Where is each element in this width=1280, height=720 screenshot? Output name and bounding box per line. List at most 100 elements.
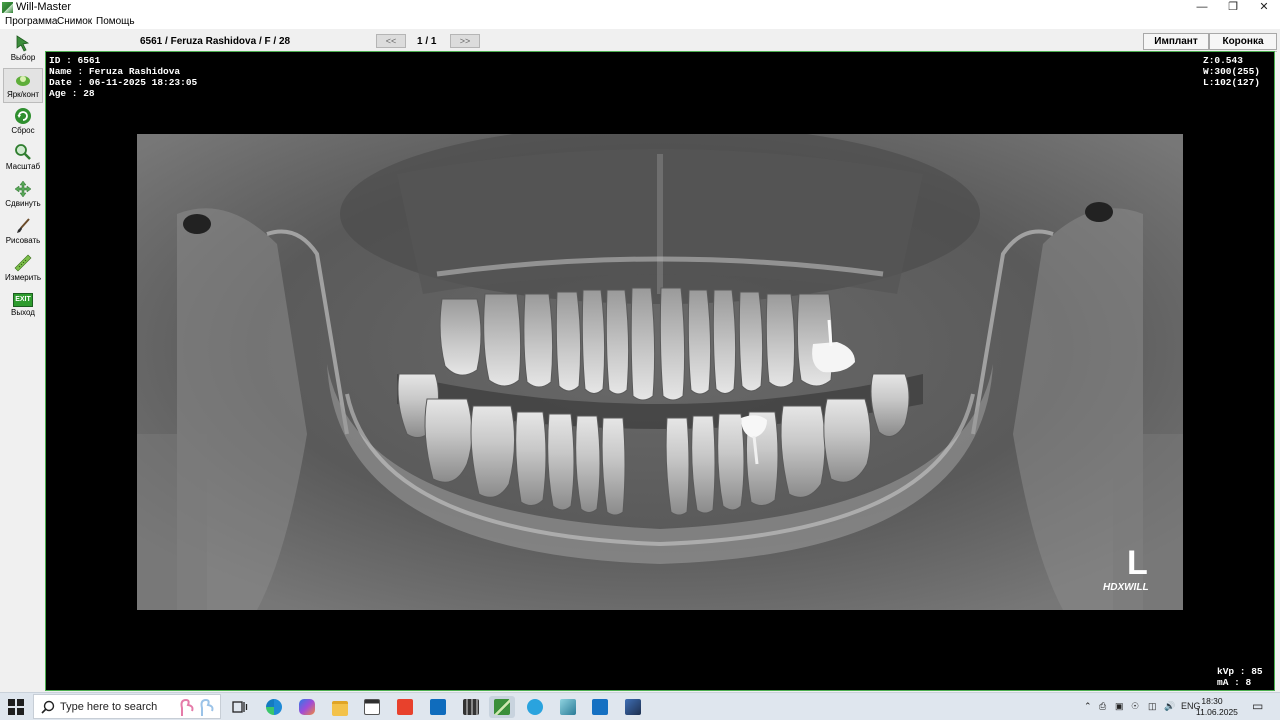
tray-printer-icon[interactable]: ⎙ bbox=[1099, 701, 1106, 712]
windows-start-icon[interactable] bbox=[8, 699, 24, 715]
reset-icon bbox=[15, 108, 31, 124]
tool-draw[interactable]: Рисовать bbox=[3, 215, 43, 250]
clock-time: 18:30 bbox=[1201, 696, 1223, 706]
app-icon bbox=[2, 2, 13, 13]
tool-reset-label: Сброс bbox=[11, 126, 35, 135]
upper-teeth bbox=[439, 287, 834, 401]
panoramic-xray-image[interactable]: L HDXWILL bbox=[137, 134, 1183, 610]
anydesk-icon bbox=[397, 699, 413, 715]
next-image-button[interactable]: >> bbox=[450, 34, 480, 48]
document-app-icon bbox=[560, 699, 576, 715]
magnifier-icon bbox=[15, 144, 31, 160]
exposure-overlay: kVp : 85 mA : 8 bbox=[1217, 666, 1263, 688]
ruler-icon bbox=[14, 254, 32, 272]
taskbar-file-explorer[interactable] bbox=[327, 696, 353, 718]
taskbar: Type here to search ⌃ ⎙ ▣ ☉ ◫ 🔊 ENG 18:3… bbox=[0, 692, 1280, 720]
copilot-icon bbox=[299, 699, 315, 715]
tool-move-label: Сдвинуть bbox=[5, 199, 41, 208]
task-view-button[interactable] bbox=[227, 696, 253, 718]
side-marker: L bbox=[1127, 544, 1148, 582]
search-icon bbox=[41, 700, 55, 714]
calculator-icon bbox=[463, 699, 479, 715]
implant-button[interactable]: Имплант bbox=[1143, 33, 1209, 50]
crown-button[interactable]: Коронка bbox=[1209, 33, 1277, 50]
patient-info-overlay: ID : 6561 Name : Feruza Rashidova Date :… bbox=[49, 55, 197, 99]
tool-measure-label: Измерить bbox=[4, 273, 42, 282]
outlook-icon bbox=[430, 699, 446, 715]
restore-button[interactable]: ❐ bbox=[1217, 0, 1249, 15]
taskbar-telegram[interactable] bbox=[522, 696, 548, 718]
overlay-ma: mA : 8 bbox=[1217, 677, 1252, 688]
tool-brightness-contrast-label: Ярк/конт bbox=[6, 90, 40, 99]
tray-display-icon[interactable]: ◫ bbox=[1148, 701, 1157, 712]
minimize-button[interactable]: — bbox=[1186, 0, 1218, 15]
taskbar-outlook[interactable] bbox=[425, 696, 451, 718]
overlay-age: Age : 28 bbox=[49, 88, 95, 99]
overlay-date: Date : 06-11-2025 18:23:05 bbox=[49, 77, 198, 88]
taskbar-app-dark[interactable] bbox=[620, 696, 646, 718]
overlay-kvp: kVp : 85 bbox=[1217, 666, 1263, 677]
exit-icon: EXIT bbox=[13, 293, 33, 307]
edge-browser-icon bbox=[266, 699, 282, 715]
xray-watermark: HDXWILL bbox=[1103, 582, 1149, 593]
left-toolbar: Выбор Ярк/конт Сброс Масштаб Сдвинуть Ри… bbox=[0, 31, 46, 690]
overlay-name: Name : Feruza Rashidova bbox=[49, 66, 181, 77]
tool-measure[interactable]: Измерить bbox=[3, 252, 43, 287]
taskbar-app-teal[interactable] bbox=[555, 696, 581, 718]
overlay-window: W:300(255) bbox=[1203, 66, 1261, 77]
tool-select-label: Выбор bbox=[10, 53, 36, 62]
clock-date: 11.06.2025 bbox=[1196, 707, 1238, 717]
tool-move[interactable]: Сдвинуть bbox=[3, 178, 43, 213]
folder-icon bbox=[332, 701, 348, 716]
taskbar-will-master[interactable] bbox=[489, 696, 515, 718]
taskbar-calculator[interactable] bbox=[458, 696, 484, 718]
tray-volume-icon[interactable]: 🔊 bbox=[1164, 701, 1175, 712]
taskbar-onenote[interactable] bbox=[587, 696, 613, 718]
will-master-icon bbox=[494, 699, 510, 715]
title-bar: Will-Master — ❐ ✕ bbox=[0, 0, 1280, 15]
task-view-icon bbox=[232, 701, 248, 713]
tool-select[interactable]: Выбор bbox=[3, 32, 43, 67]
utility-app-icon bbox=[625, 699, 641, 715]
tool-exit[interactable]: EXIT Выход bbox=[3, 289, 43, 324]
menu-program[interactable]: Программа bbox=[5, 16, 57, 27]
telegram-icon bbox=[527, 699, 543, 715]
brightness-contrast-icon bbox=[16, 76, 30, 86]
image-header: 6561 / Feruza Rashidova / F / 28 << 1 / … bbox=[45, 31, 1277, 52]
window-title: Will-Master bbox=[16, 1, 71, 13]
taskbar-edge[interactable] bbox=[261, 696, 287, 718]
overlay-level: L:102(127) bbox=[1203, 77, 1261, 88]
brush-icon bbox=[17, 218, 30, 233]
taskbar-copilot[interactable] bbox=[294, 696, 320, 718]
window-level-overlay: Z:0.543 W:300(255) L:102(127) bbox=[1203, 55, 1260, 88]
menu-image[interactable]: Снимок bbox=[57, 16, 92, 27]
arrow-cursor-icon bbox=[16, 35, 30, 52]
tray-device-icon[interactable]: ▣ bbox=[1115, 701, 1124, 712]
overlay-id: ID : 6561 bbox=[49, 55, 101, 66]
onenote-icon bbox=[592, 699, 608, 715]
menu-bar: Программа Снимок Помощь bbox=[0, 15, 1280, 29]
store-icon bbox=[364, 699, 380, 715]
tray-network-icon[interactable]: ☉ bbox=[1131, 701, 1139, 712]
page-counter: 1 / 1 bbox=[417, 36, 437, 47]
tool-brightness-contrast[interactable]: Ярк/конт bbox=[3, 68, 43, 103]
taskbar-store[interactable] bbox=[359, 696, 385, 718]
exit-badge-text: EXIT bbox=[15, 296, 31, 303]
flamingo-widget-icon bbox=[180, 698, 214, 716]
taskbar-search[interactable]: Type here to search bbox=[33, 694, 221, 719]
tool-exit-label: Выход bbox=[11, 308, 35, 317]
taskbar-anydesk[interactable] bbox=[392, 696, 418, 718]
search-placeholder: Type here to search bbox=[60, 701, 158, 713]
move-arrows-icon bbox=[14, 180, 32, 198]
close-button[interactable]: ✕ bbox=[1248, 0, 1280, 15]
menu-help[interactable]: Помощь bbox=[96, 16, 135, 27]
notifications-icon[interactable]: ▭ bbox=[1252, 699, 1263, 713]
prev-image-button[interactable]: << bbox=[376, 34, 406, 48]
taskbar-clock[interactable]: 18:30 11.06.2025 bbox=[1196, 696, 1238, 718]
tool-zoom[interactable]: Масштаб bbox=[3, 141, 43, 176]
xray-viewer[interactable]: ID : 6561 Name : Feruza Rashidova Date :… bbox=[45, 51, 1275, 691]
tool-zoom-label: Масштаб bbox=[5, 162, 41, 171]
tool-reset[interactable]: Сброс bbox=[3, 105, 43, 140]
tool-draw-label: Рисовать bbox=[5, 236, 41, 245]
tray-overflow-icon[interactable]: ⌃ bbox=[1084, 701, 1092, 712]
